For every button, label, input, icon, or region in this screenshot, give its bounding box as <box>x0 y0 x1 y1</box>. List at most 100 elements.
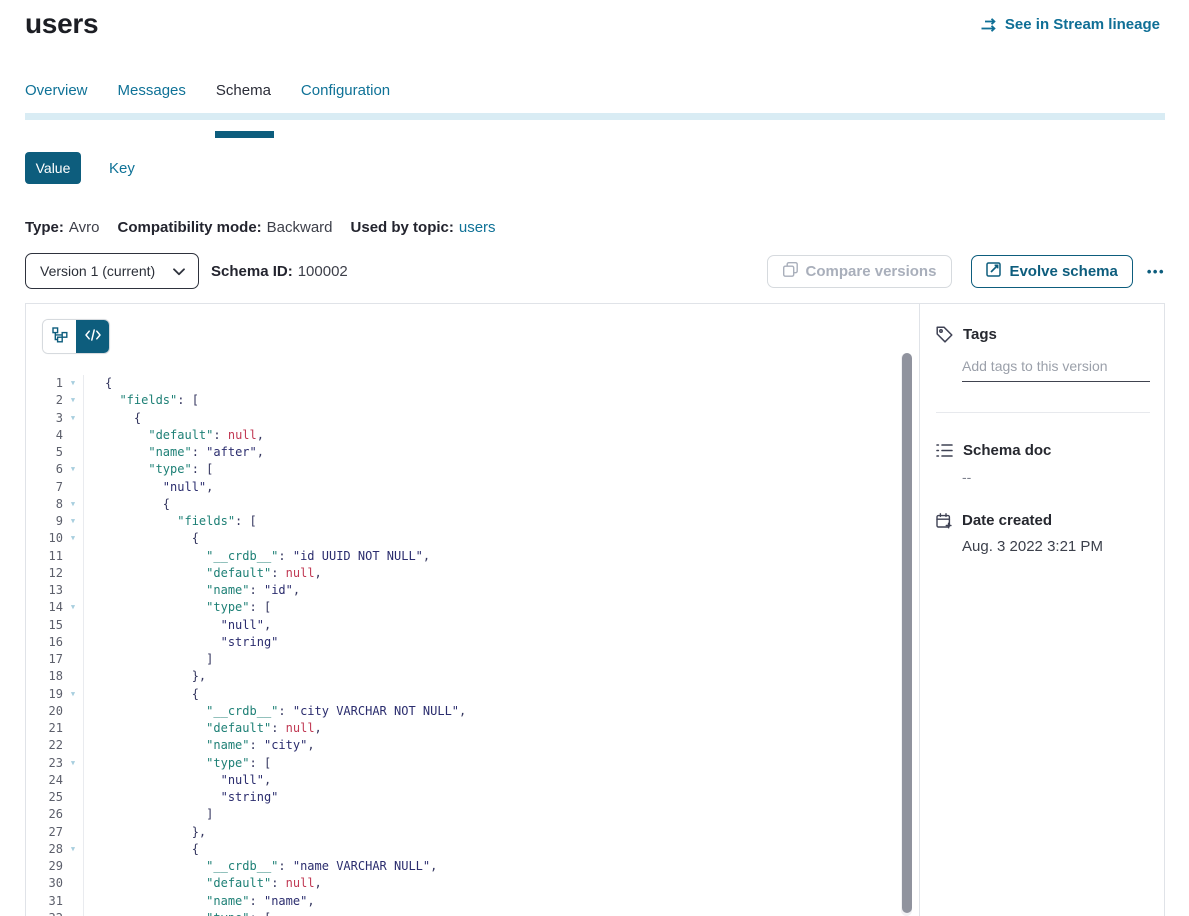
version-select[interactable]: Version 1 (current) <box>25 253 199 289</box>
schema-editor: 1▼{2▼ "fields": [3▼ {4 "default": null,5… <box>26 304 920 916</box>
line-number: 5 <box>26 444 63 461</box>
line-number: 27 <box>26 824 63 841</box>
line-number: 14 <box>26 599 63 616</box>
fold-spacer <box>63 824 83 841</box>
code-line: 2▼ "fields": [ <box>26 392 919 409</box>
code-text: "name": "city", <box>84 737 315 754</box>
code-view-button[interactable] <box>76 320 109 353</box>
date-created-value: Aug. 3 2022 3:21 PM <box>962 538 1150 555</box>
code-text: { <box>84 530 199 547</box>
fold-spacer <box>63 893 83 910</box>
line-number: 32 <box>26 910 63 916</box>
fold-toggle-icon[interactable]: ▼ <box>63 513 83 530</box>
code-text: "type": [ <box>84 599 271 616</box>
code-line: 11 "__crdb__": "id UUID NOT NULL", <box>26 548 919 565</box>
editor-scrollbar[interactable] <box>901 353 912 916</box>
more-options-button[interactable]: ••• <box>1147 264 1165 279</box>
line-number: 15 <box>26 617 63 634</box>
schema-panel: 1▼{2▼ "fields": [3▼ {4 "default": null,5… <box>25 303 1165 916</box>
code-view-icon <box>85 329 101 344</box>
fold-spacer <box>63 565 83 582</box>
code-line: 13 "name": "id", <box>26 582 919 599</box>
tab-schema[interactable]: Schema <box>216 82 271 115</box>
fold-spacer <box>63 548 83 565</box>
code-text: "type": [ <box>84 910 271 916</box>
code-text: { <box>84 841 199 858</box>
editor-scrollbar-thumb[interactable] <box>902 353 912 913</box>
line-number: 31 <box>26 893 63 910</box>
fold-toggle-icon[interactable]: ▼ <box>63 410 83 427</box>
code-text: { <box>84 375 112 392</box>
code-text: "default": null, <box>84 565 322 582</box>
code-text: "default": null, <box>84 720 322 737</box>
fold-spacer <box>63 789 83 806</box>
code-text: "__crdb__": "city VARCHAR NOT NULL", <box>84 703 466 720</box>
fold-toggle-icon[interactable]: ▼ <box>63 910 83 916</box>
schema-id: Schema ID:100002 <box>211 263 348 280</box>
code-text: { <box>84 496 170 513</box>
code-text: "default": null, <box>84 427 264 444</box>
fold-spacer <box>63 858 83 875</box>
schema-doc-value: -- <box>962 469 1150 485</box>
evolve-schema-button[interactable]: Evolve schema <box>971 255 1132 288</box>
schema-controls-row: Version 1 (current) Schema ID:100002 Com… <box>25 253 1165 289</box>
value-tab-button[interactable]: Value <box>25 152 81 184</box>
code-text: { <box>84 410 141 427</box>
code-line: 28▼ { <box>26 841 919 858</box>
fold-toggle-icon[interactable]: ▼ <box>63 461 83 478</box>
code-text: "type": [ <box>84 755 271 772</box>
tab-overview[interactable]: Overview <box>25 82 88 115</box>
line-number: 20 <box>26 703 63 720</box>
code-line: 15 "null", <box>26 617 919 634</box>
line-number: 18 <box>26 668 63 685</box>
code-line: 20 "__crdb__": "city VARCHAR NOT NULL", <box>26 703 919 720</box>
tree-view-button[interactable] <box>43 320 76 353</box>
topic-link[interactable]: users <box>459 219 496 236</box>
compare-versions-icon <box>783 262 798 281</box>
type-label: Type: <box>25 219 64 236</box>
code-text: "type": [ <box>84 461 213 478</box>
see-in-stream-lineage-link[interactable]: See in Stream lineage <box>981 16 1160 33</box>
page-header: users See in Stream lineage <box>25 0 1165 82</box>
fold-spacer <box>63 668 83 685</box>
fold-toggle-icon[interactable]: ▼ <box>63 496 83 513</box>
fold-spacer <box>63 617 83 634</box>
sidebar-divider <box>936 412 1150 413</box>
schema-doc-section: Schema doc -- <box>936 442 1150 485</box>
tab-configuration[interactable]: Configuration <box>301 82 390 115</box>
line-number: 30 <box>26 875 63 892</box>
fold-spacer <box>63 737 83 754</box>
meta-used-by-topic: Used by topic:users <box>351 219 496 236</box>
fold-toggle-icon[interactable]: ▼ <box>63 375 83 392</box>
add-tags-input[interactable] <box>962 358 1150 382</box>
line-number: 11 <box>26 548 63 565</box>
fold-toggle-icon[interactable]: ▼ <box>63 755 83 772</box>
date-created-section: Date created Aug. 3 2022 3:21 PM <box>936 512 1150 555</box>
meta-type: Type:Avro <box>25 219 99 236</box>
code-text: }, <box>84 668 206 685</box>
code-line: 29 "__crdb__": "name VARCHAR NULL", <box>26 858 919 875</box>
code-text: "default": null, <box>84 875 322 892</box>
code-line: 19▼ { <box>26 686 919 703</box>
tab-messages[interactable]: Messages <box>118 82 186 115</box>
key-tab-link[interactable]: Key <box>109 160 135 177</box>
fold-toggle-icon[interactable]: ▼ <box>63 530 83 547</box>
fold-spacer <box>63 703 83 720</box>
line-number: 13 <box>26 582 63 599</box>
code-line: 24 "null", <box>26 772 919 789</box>
evolve-schema-label: Evolve schema <box>1009 263 1117 280</box>
date-created-title: Date created <box>962 512 1052 529</box>
view-toggle-group <box>42 319 110 354</box>
code-line: 27 }, <box>26 824 919 841</box>
fold-toggle-icon[interactable]: ▼ <box>63 392 83 409</box>
fold-spacer <box>63 444 83 461</box>
fold-toggle-icon[interactable]: ▼ <box>63 686 83 703</box>
fold-spacer <box>63 427 83 444</box>
line-number: 17 <box>26 651 63 668</box>
code-text: "name": "after", <box>84 444 264 461</box>
compare-versions-button[interactable]: Compare versions <box>767 255 953 288</box>
code-line: 7 "null", <box>26 479 919 496</box>
code-text: "fields": [ <box>84 513 257 530</box>
fold-toggle-icon[interactable]: ▼ <box>63 841 83 858</box>
fold-toggle-icon[interactable]: ▼ <box>63 599 83 616</box>
